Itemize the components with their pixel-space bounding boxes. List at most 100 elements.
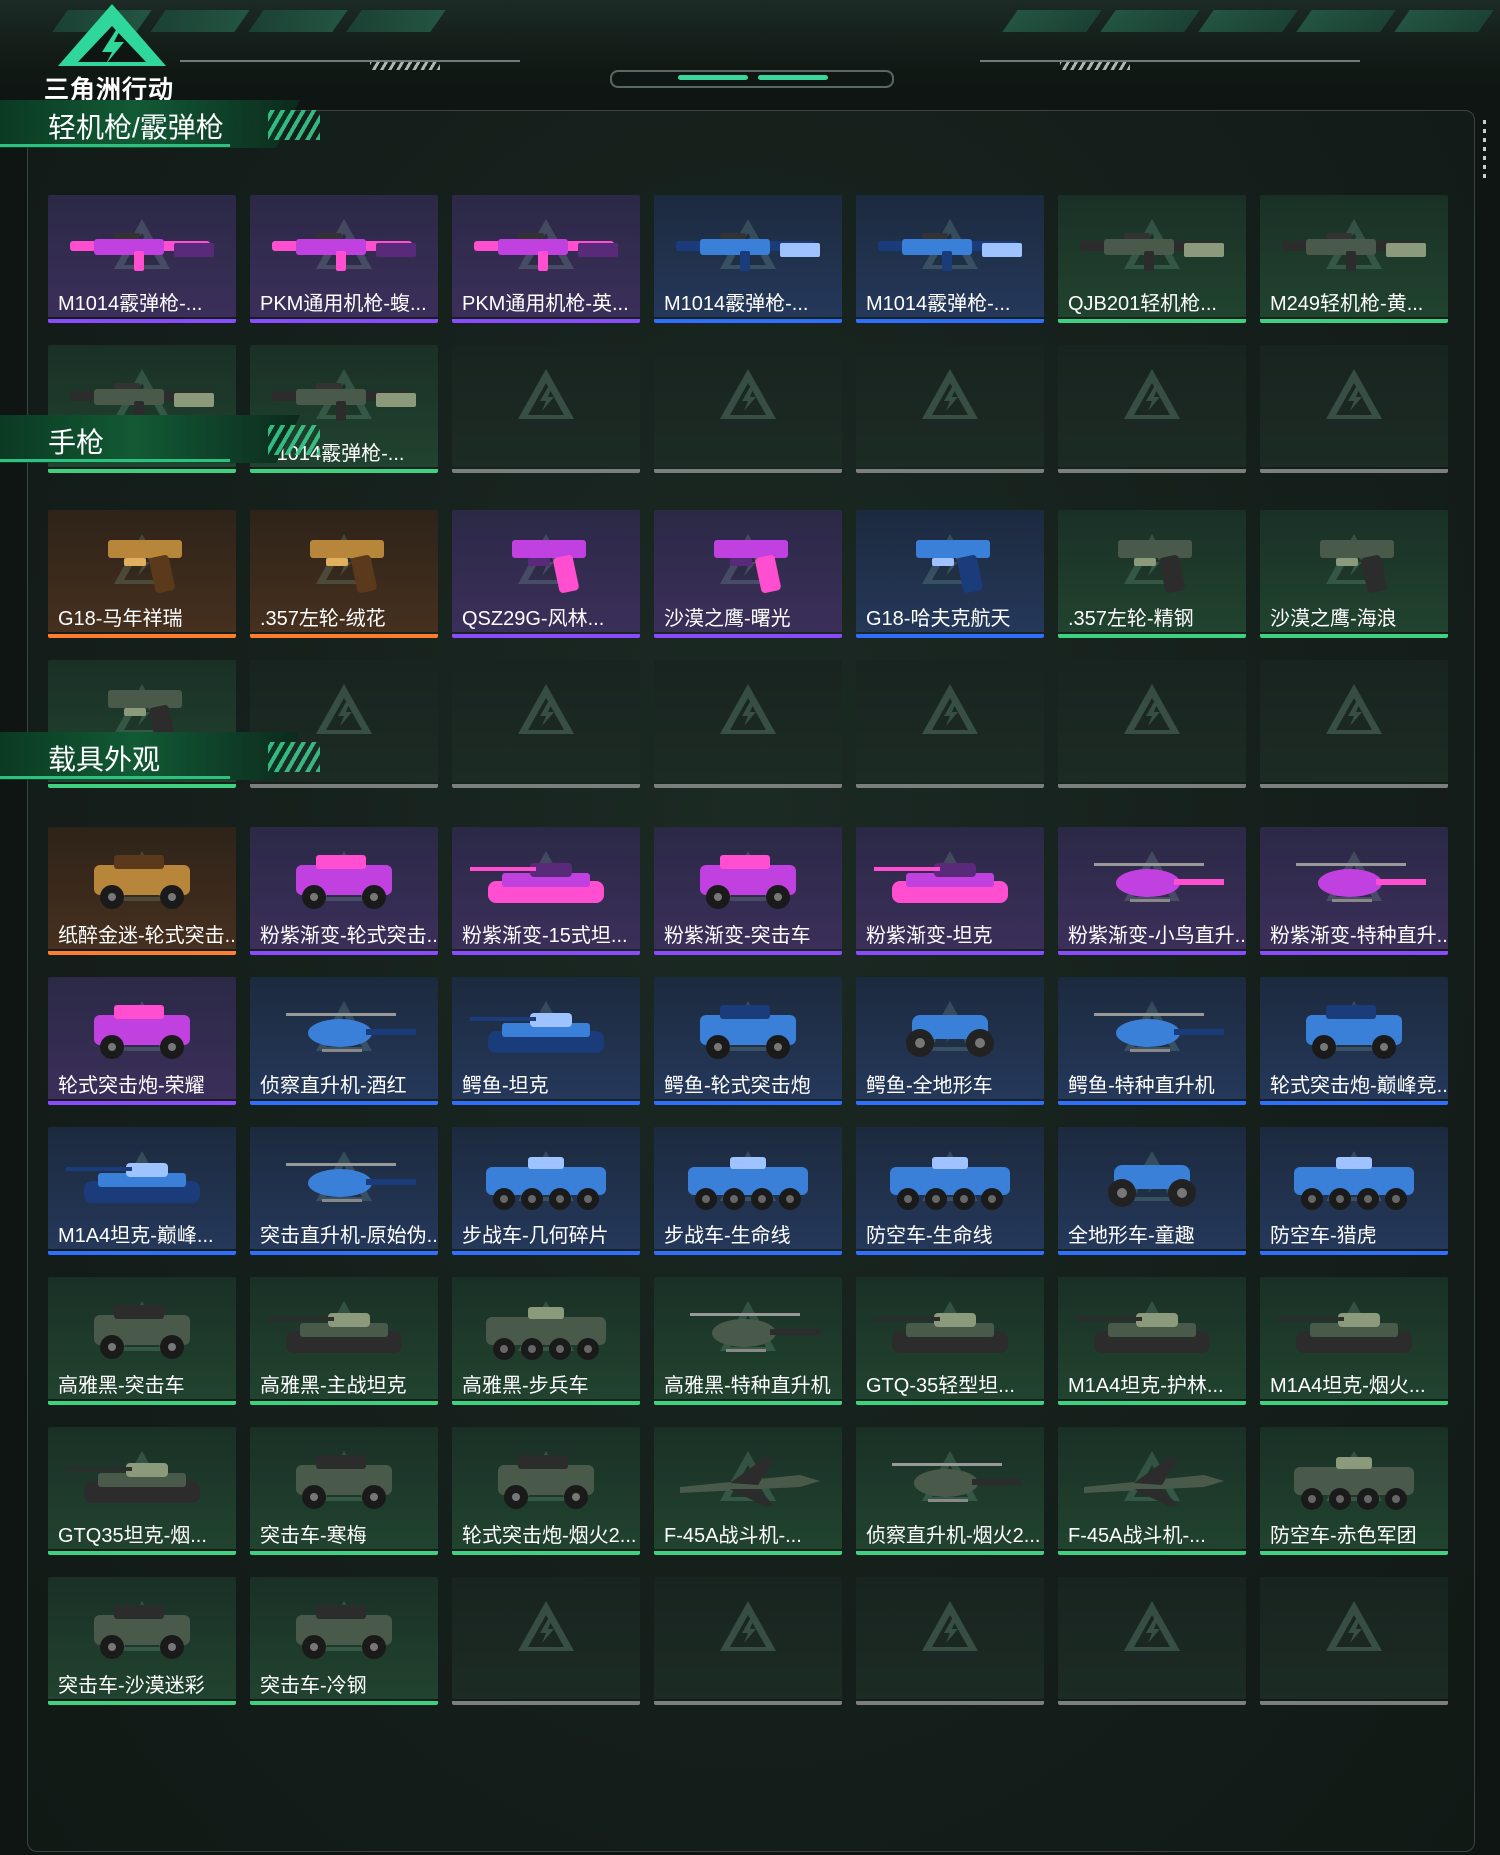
item-card[interactable]: GTQ-35轻型坦... — [856, 1277, 1044, 1405]
header-center-indicator — [610, 70, 894, 88]
item-card[interactable]: 沙漠之鹰-曙光 — [654, 510, 842, 638]
empty-slot — [1260, 345, 1448, 473]
item-card[interactable]: 鳄鱼-特种直升机 — [1058, 977, 1246, 1105]
item-card[interactable]: 鳄鱼-坦克 — [452, 977, 640, 1105]
empty-slot — [452, 345, 640, 473]
item-card[interactable]: GTQ35坦克-烟... — [48, 1427, 236, 1555]
gun-image-icon — [474, 233, 618, 271]
item-card[interactable]: 全地形车-童趣 — [1058, 1127, 1246, 1255]
rarity-bar — [452, 784, 640, 788]
rarity-bar — [654, 469, 842, 473]
item-card[interactable]: .357左轮-绒花 — [250, 510, 438, 638]
heli-image-icon — [1296, 863, 1426, 902]
heli-image-icon — [1094, 863, 1224, 902]
scroll-indicator[interactable] — [1483, 120, 1486, 180]
item-card[interactable]: M1014霰弹枪-... — [654, 195, 842, 323]
item-card[interactable]: 高雅黑-特种直升机 — [654, 1277, 842, 1405]
watermark-logo-icon — [518, 369, 574, 419]
item-card[interactable]: 粉紫渐变-小鸟直升... — [1058, 827, 1246, 955]
watermark-logo-icon — [1124, 684, 1180, 734]
item-card[interactable]: F-45A战斗机-... — [1058, 1427, 1246, 1555]
item-name: .357左轮-绒花 — [260, 608, 386, 630]
item-card[interactable]: 纸醉金迷-轮式突击... — [48, 827, 236, 955]
rarity-bar — [856, 469, 1044, 473]
item-card[interactable]: 突击车-沙漠迷彩 — [48, 1577, 236, 1705]
item-card[interactable]: 突击直升机-原始伪... — [250, 1127, 438, 1255]
rarity-bar — [1260, 469, 1448, 473]
rarity-bar — [1058, 1551, 1246, 1555]
rarity-bar — [856, 784, 1044, 788]
item-card[interactable]: M249轻机枪-黄... — [1260, 195, 1448, 323]
item-card[interactable]: M1A4坦克-护林... — [1058, 1277, 1246, 1405]
item-card[interactable]: 高雅黑-突击车 — [48, 1277, 236, 1405]
item-card[interactable]: 粉紫渐变-轮式突击... — [250, 827, 438, 955]
vehicle-image-icon — [296, 855, 392, 909]
item-thumbnail — [1058, 1577, 1246, 1699]
rarity-bar — [452, 469, 640, 473]
item-card[interactable]: QJB201轻机枪... — [1058, 195, 1246, 323]
item-card[interactable]: 轮式突击炮-巅峰竞... — [1260, 977, 1448, 1105]
item-name: QSZ29G-风林... — [462, 608, 605, 630]
item-card[interactable]: M1A4坦克-烟火... — [1260, 1277, 1448, 1405]
item-card[interactable]: PKM通用机枪-英... — [452, 195, 640, 323]
empty-slot — [856, 660, 1044, 788]
item-card[interactable]: 鳄鱼-轮式突击炮 — [654, 977, 842, 1105]
item-name: G18-哈夫克航天 — [866, 608, 1011, 630]
rarity-bar — [48, 1551, 236, 1555]
item-card[interactable]: M1014霰弹枪-... — [856, 195, 1044, 323]
watermark-logo-icon — [922, 1601, 978, 1651]
section-header-slashes — [268, 742, 320, 772]
item-card[interactable]: 防空车-猎虎 — [1260, 1127, 1448, 1255]
item-card[interactable]: 突击车-寒梅 — [250, 1427, 438, 1555]
tank-image-icon — [268, 1313, 402, 1353]
item-card[interactable]: 鳄鱼-全地形车 — [856, 977, 1044, 1105]
item-card[interactable]: 侦察直升机-烟火2... — [856, 1427, 1044, 1555]
section-title: 手枪 — [48, 427, 105, 458]
item-card[interactable]: 粉紫渐变-特种直升... — [1260, 827, 1448, 955]
item-card[interactable]: M1014霰弹枪-... — [48, 195, 236, 323]
item-card[interactable]: 粉紫渐变-突击车 — [654, 827, 842, 955]
empty-slot — [654, 345, 842, 473]
rarity-bar — [48, 1401, 236, 1405]
item-card[interactable]: PKM通用机枪-蝮... — [250, 195, 438, 323]
item-name: G18-马年祥瑞 — [58, 608, 183, 630]
item-card[interactable]: 侦察直升机-酒红 — [250, 977, 438, 1105]
item-thumbnail — [452, 660, 640, 782]
item-card[interactable]: 高雅黑-步兵车 — [452, 1277, 640, 1405]
item-card[interactable]: F-45A战斗机-... — [654, 1427, 842, 1555]
gun-image-icon — [1282, 233, 1426, 271]
item-name: 突击车-冷钢 — [260, 1675, 367, 1697]
rarity-bar — [654, 951, 842, 955]
item-card[interactable]: .357左轮-精钢 — [1058, 510, 1246, 638]
item-card[interactable]: QSZ29G-风林... — [452, 510, 640, 638]
item-card[interactable]: 步战车-几何碎片 — [452, 1127, 640, 1255]
item-card[interactable]: 步战车-生命线 — [654, 1127, 842, 1255]
item-card[interactable]: 突击车-冷钢 — [250, 1577, 438, 1705]
item-name: 轮式突击炮-荣耀 — [58, 1075, 205, 1097]
item-card[interactable]: 轮式突击炮-荣耀 — [48, 977, 236, 1105]
rarity-bar — [452, 1251, 640, 1255]
item-name: 全地形车-童趣 — [1068, 1225, 1195, 1247]
rarity-bar — [48, 319, 236, 323]
item-card[interactable]: 粉紫渐变-坦克 — [856, 827, 1044, 955]
item-card[interactable]: 沙漠之鹰-海浪 — [1260, 510, 1448, 638]
rarity-bar — [856, 1401, 1044, 1405]
item-card[interactable]: M1A4坦克-巅峰... — [48, 1127, 236, 1255]
item-card[interactable]: 防空车-生命线 — [856, 1127, 1044, 1255]
rarity-bar — [856, 319, 1044, 323]
vehicle-image-icon — [94, 1005, 190, 1059]
rarity-bar — [654, 319, 842, 323]
empty-slot — [452, 660, 640, 788]
pistol-image-icon — [512, 540, 586, 593]
item-card[interactable]: 粉紫渐变-15式坦... — [452, 827, 640, 955]
pistol-image-icon — [1320, 540, 1394, 593]
item-card[interactable]: 高雅黑-主战坦克 — [250, 1277, 438, 1405]
item-card[interactable]: G18-马年祥瑞 — [48, 510, 236, 638]
item-name: QJB201轻机枪... — [1068, 293, 1217, 315]
item-card[interactable]: 轮式突击炮-烟火2... — [452, 1427, 640, 1555]
item-name: 粉紫渐变-小鸟直升... — [1068, 925, 1244, 947]
item-card[interactable]: G18-哈夫克航天 — [856, 510, 1044, 638]
rarity-bar — [452, 1551, 640, 1555]
item-card[interactable]: 防空车-赤色军团 — [1260, 1427, 1448, 1555]
item-name: 沙漠之鹰-海浪 — [1270, 608, 1397, 630]
